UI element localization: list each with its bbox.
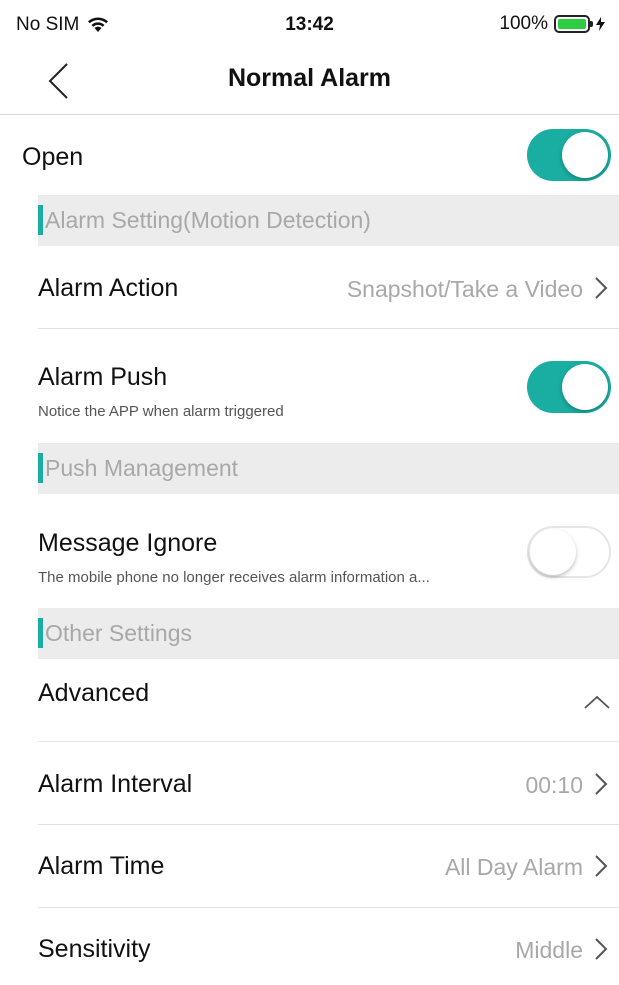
section-accent-bar	[38, 205, 43, 235]
alarm-action-row[interactable]: Alarm Action Snapshot/Take a Video	[0, 246, 619, 328]
open-label: Open	[22, 143, 84, 171]
page-title: Normal Alarm	[227, 64, 391, 92]
status-bar: No SIM 13:42 100%	[0, 0, 619, 50]
message-ignore-description: The mobile phone no longer receives alar…	[38, 569, 430, 586]
message-ignore-row: Message Ignore The mobile phone no longe…	[0, 494, 619, 608]
alarm-action-value: Snapshot/Take a Video	[346, 276, 583, 302]
section-title: Alarm Setting(Motion Detection)	[45, 207, 371, 233]
message-ignore-toggle[interactable]	[527, 526, 611, 578]
sensitivity-row[interactable]: Sensitivity Middle	[0, 908, 619, 985]
battery-icon	[554, 15, 593, 33]
battery-percent: 100%	[499, 13, 548, 34]
section-title: Other Settings	[45, 620, 193, 646]
alarm-time-row[interactable]: Alarm Time All Day Alarm	[0, 825, 619, 907]
chevron-right-icon	[595, 938, 608, 960]
section-header-push-management: Push Management	[38, 443, 619, 494]
section-accent-bar	[38, 453, 43, 483]
charging-bolt-icon	[596, 17, 605, 31]
section-accent-bar	[38, 618, 43, 648]
alarm-interval-row[interactable]: Alarm Interval 00:10	[0, 742, 619, 824]
chevron-right-icon	[595, 855, 608, 877]
open-row: Open	[0, 116, 619, 194]
chevron-right-icon	[595, 773, 608, 795]
alarm-time-label: Alarm Time	[38, 852, 165, 880]
open-toggle[interactable]	[527, 129, 611, 181]
alarm-push-label: Alarm Push	[38, 363, 168, 391]
alarm-action-label: Alarm Action	[38, 274, 179, 302]
alarm-push-toggle[interactable]	[527, 361, 611, 413]
alarm-push-row: Alarm Push Notice the APP when alarm tri…	[0, 329, 619, 443]
alarm-interval-label: Alarm Interval	[38, 770, 193, 798]
alarm-time-value: All Day Alarm	[444, 854, 583, 880]
nav-bar: Normal Alarm	[0, 50, 619, 115]
chevron-right-icon	[595, 277, 608, 299]
alarm-interval-value: 00:10	[525, 772, 583, 798]
sensitivity-value: Middle	[515, 937, 583, 963]
chevron-up-icon[interactable]	[583, 694, 611, 710]
section-header-other-settings: Other Settings	[38, 608, 619, 659]
sensitivity-label: Sensitivity	[38, 935, 151, 963]
message-ignore-label: Message Ignore	[38, 529, 218, 557]
battery-status: 100%	[499, 13, 605, 35]
alarm-push-description: Notice the APP when alarm triggered	[38, 403, 284, 420]
advanced-row[interactable]: Advanced	[0, 659, 619, 741]
advanced-label: Advanced	[38, 679, 150, 707]
section-header-alarm-setting: Alarm Setting(Motion Detection)	[38, 195, 619, 246]
section-title: Push Management	[45, 455, 239, 481]
